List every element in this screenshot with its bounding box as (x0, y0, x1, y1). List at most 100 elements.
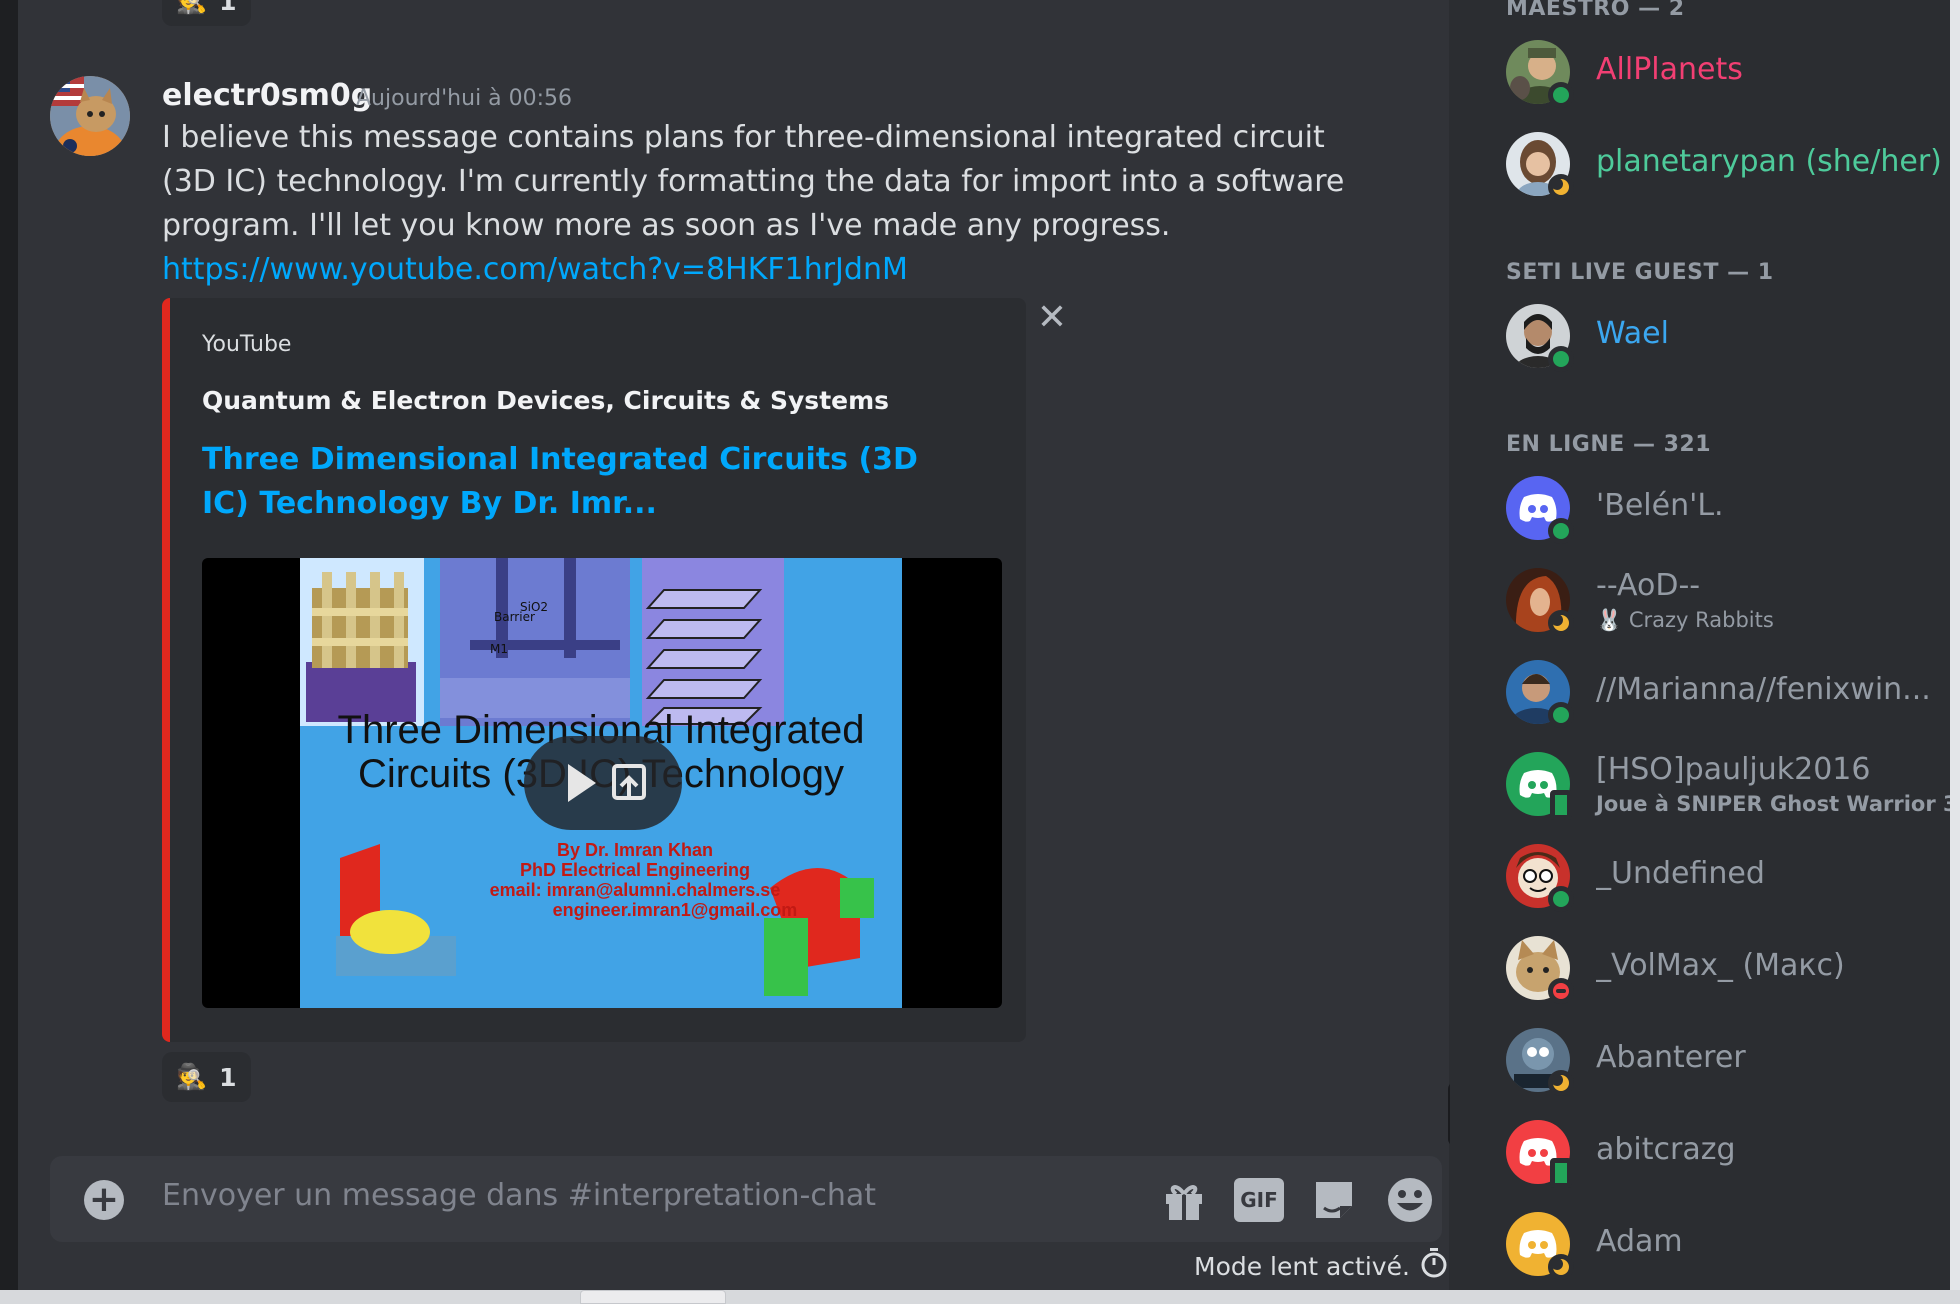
online-status-icon (1548, 82, 1574, 108)
message-input-box[interactable]: + Envoyer un message dans #interpretatio… (50, 1156, 1442, 1242)
member-item[interactable]: _VolMax_ (Макс) (1506, 936, 1946, 1016)
thumbnail-byline: By Dr. Imran Khan (556, 840, 714, 860)
avatar (1506, 568, 1574, 636)
message-author[interactable]: electr0sm0g (162, 78, 372, 113)
timer-icon (1420, 1248, 1448, 1284)
thumbnail-email2: engineer.imran1@gmail.com (552, 900, 798, 920)
discord-logo-icon (1519, 1230, 1557, 1258)
member-item[interactable]: [HSO]pauljuk2016 Joue à SNIPER Ghost War… (1506, 752, 1958, 832)
category-header: EN LIGNE — 321 (1506, 432, 1712, 457)
member-item[interactable]: AllPlanets (1506, 40, 1946, 120)
message-timestamp: Aujourd'hui à 00:56 (356, 86, 573, 111)
category-header: MAESTRO — 2 (1506, 0, 1685, 21)
online-status-icon (1548, 346, 1574, 372)
embed-author[interactable]: Quantum & Electron Devices, Circuits & S… (202, 386, 889, 415)
thumbnail-degree: PhD Electrical Engineering (519, 860, 751, 880)
member-name: //Marianna//fenixwin... (1596, 672, 1931, 707)
emoji-icon[interactable] (1386, 1176, 1434, 1224)
close-icon[interactable]: ✕ (1032, 298, 1072, 338)
avatar (1506, 476, 1574, 544)
member-name: planetarypan (she/her) (1596, 144, 1942, 179)
member-item[interactable]: _Undefined (1506, 844, 1946, 924)
server-rail-edge (0, 0, 18, 1304)
member-activity: Joue à SNIPER Ghost Warrior 3 (1596, 792, 1958, 816)
member-list: MAESTRO — 2 AllPlanets planetarypan (she… (1450, 0, 1960, 1304)
slowmode-indicator: Mode lent activé. (1194, 1248, 1448, 1284)
reaction-button[interactable]: 🕵 1 (162, 1052, 251, 1102)
member-name: _Undefined (1596, 856, 1765, 891)
chat-panel: 🕵 1 electr0sm0g Aujourd'hui à 00:56 I be… (18, 0, 1450, 1304)
member-item[interactable]: --AoD-- 🐰 Crazy Rabbits (1506, 568, 1946, 648)
thumbnail-email1: email: imran@alumni.chalmers.se (489, 880, 781, 900)
thumbnail-credits: By Dr. Imran Khan PhD Electrical Enginee… (410, 840, 860, 920)
custom-status-text: Crazy Rabbits (1628, 608, 1774, 632)
avatar (1506, 660, 1574, 728)
spy-emoji-icon: 🕵 (176, 1062, 208, 1091)
reaction-button[interactable]: 🕵 1 (162, 0, 251, 26)
online-status-icon (1548, 518, 1574, 544)
spy-emoji-icon: 🕵 (176, 0, 208, 15)
member-item[interactable]: abitcrazg (1506, 1120, 1946, 1200)
play-icon (568, 764, 596, 802)
idle-status-icon (1548, 1254, 1574, 1280)
message-content: I believe this message contains plans fo… (162, 116, 1382, 292)
diagram-label: Barrier (494, 610, 535, 624)
rabbit-emoji-icon: 🐰 (1596, 608, 1623, 632)
message-link[interactable]: https://www.youtube.com/watch?v=8HKF1hrJ… (162, 252, 908, 287)
diagram-label: M1 (490, 642, 508, 656)
gif-button[interactable]: GIF (1234, 1178, 1284, 1222)
category-header: SETI LIVE GUEST — 1 (1506, 260, 1774, 285)
dnd-status-icon (1548, 978, 1574, 1004)
member-custom-status: 🐰 Crazy Rabbits (1596, 608, 1774, 633)
member-item[interactable]: //Marianna//fenixwin... (1506, 660, 1946, 740)
avatar (1506, 132, 1574, 200)
video-thumbnail[interactable]: SiO2 Barrier M1 Three Dimensional Integr… (202, 558, 1002, 1008)
avatar (1506, 1120, 1572, 1188)
window-bottom-edge (0, 1290, 1960, 1304)
window-tab (580, 1290, 726, 1304)
reaction-count: 1 (219, 0, 237, 16)
idle-status-icon (1548, 1070, 1574, 1096)
member-name: Wael (1596, 316, 1669, 351)
member-name: 'Belén'L. (1596, 488, 1724, 523)
member-name: AllPlanets (1596, 52, 1743, 87)
member-item[interactable]: Abanterer (1506, 1028, 1946, 1108)
discord-logo-icon (1519, 494, 1557, 522)
online-status-icon (1548, 702, 1574, 728)
reaction-count: 1 (219, 1062, 237, 1092)
member-item[interactable]: Adam (1506, 1212, 1946, 1292)
member-item[interactable]: planetarypan (she/her) (1506, 132, 1946, 212)
link-embed: YouTube Quantum & Electron Devices, Circ… (162, 298, 1026, 1042)
message-input[interactable]: Envoyer un message dans #interpretation-… (162, 1178, 876, 1213)
member-name: _VolMax_ (Макс) (1596, 948, 1845, 983)
member-name: Abanterer (1596, 1040, 1746, 1075)
member-name: Adam (1596, 1224, 1683, 1259)
online-status-icon (1548, 886, 1574, 912)
embed-provider[interactable]: YouTube (202, 332, 291, 357)
mobile-status-icon (1550, 790, 1572, 820)
sticker-icon[interactable] (1312, 1178, 1356, 1222)
avatar (1506, 752, 1572, 820)
idle-status-icon (1548, 174, 1574, 200)
avatar (1506, 304, 1574, 372)
avatar (1506, 844, 1574, 912)
slowmode-text: Mode lent activé. (1194, 1251, 1410, 1281)
embed-title[interactable]: Three Dimensional Integrated Circuits (3… (202, 438, 922, 526)
add-attachment-button[interactable]: + (84, 1180, 124, 1220)
member-item[interactable]: 'Belén'L. (1506, 476, 1946, 556)
member-name: abitcrazg (1596, 1132, 1736, 1167)
member-name: [HSO]pauljuk2016 (1596, 752, 1871, 787)
play-button[interactable] (524, 736, 682, 830)
mobile-status-icon (1550, 1158, 1572, 1188)
avatar[interactable] (50, 76, 130, 156)
gift-icon[interactable] (1162, 1178, 1206, 1222)
avatar (1506, 936, 1574, 1004)
member-item[interactable]: Wael (1506, 304, 1946, 384)
avatar (1506, 1212, 1574, 1280)
idle-status-icon (1548, 610, 1574, 636)
member-name: --AoD-- (1596, 568, 1701, 603)
message-text: I believe this message contains plans fo… (162, 120, 1345, 243)
window-edge (1950, 0, 1960, 1304)
avatar (1506, 1028, 1574, 1096)
avatar (1506, 40, 1574, 108)
